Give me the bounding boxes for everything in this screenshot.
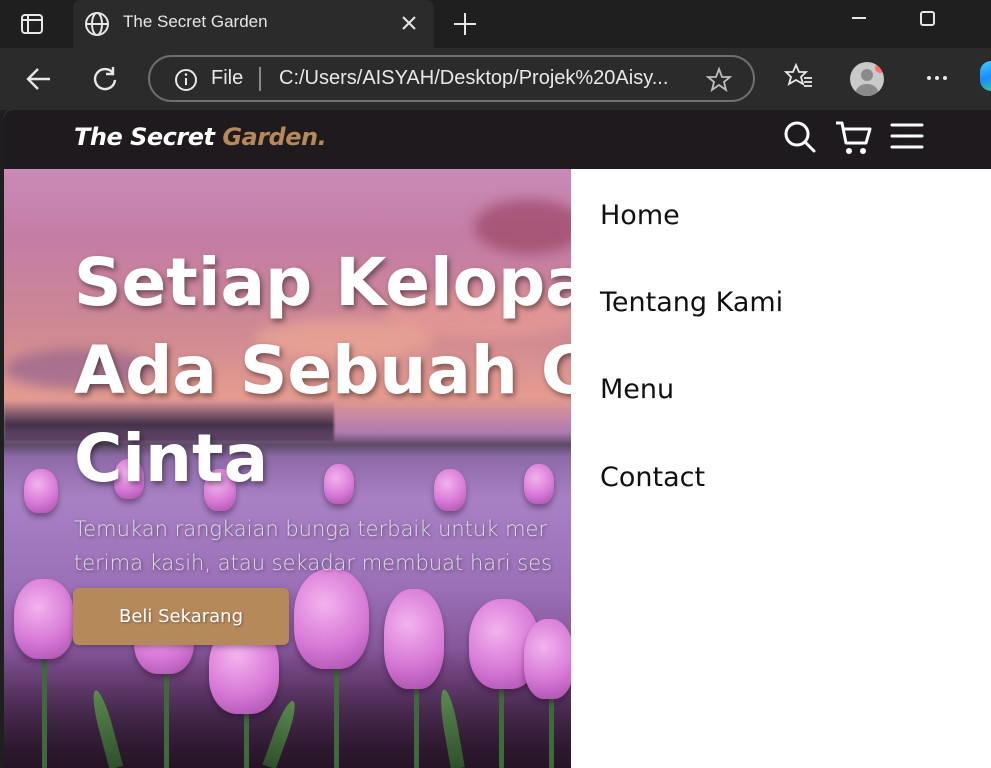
- hero-section: Setiap Kelopak Ada Sebuah C Cinta Temuka…: [4, 169, 571, 768]
- tab-strip: The Secret Garden: [0, 0, 991, 48]
- page-viewport: The Secret Garden. Setiap Kelopa Ada Seb…: [4, 110, 991, 768]
- notification-dot: [875, 63, 884, 73]
- logo-main-text: The Secret: [74, 123, 223, 151]
- info-icon[interactable]: [174, 68, 198, 96]
- search-icon[interactable]: [782, 119, 818, 159]
- menu-icon[interactable]: [890, 121, 924, 155]
- tab-actions-icon[interactable]: [14, 11, 50, 37]
- hero-description-line: terima kasih, atau sekadar membuat hari …: [74, 551, 553, 575]
- plus-icon[interactable]: [452, 11, 478, 41]
- hero-description: Temukan rangkaian bunga terbaik untuk me…: [74, 512, 571, 580]
- tab-title: The Secret Garden: [123, 12, 268, 31]
- close-icon[interactable]: [400, 14, 418, 36]
- maximize-icon[interactable]: [918, 10, 938, 34]
- menu-item-about[interactable]: Tentang Kami: [600, 287, 783, 318]
- buy-now-button[interactable]: Beli Sekarang: [73, 588, 289, 645]
- hero-title-line: Ada Sebuah C: [74, 332, 571, 409]
- hero-description-line: Temukan rangkaian bunga terbaik untuk me…: [74, 517, 548, 541]
- menu-item-contact[interactable]: Contact: [600, 462, 705, 493]
- avatar[interactable]: [850, 62, 884, 96]
- browser-tab[interactable]: The Secret Garden: [73, 0, 434, 48]
- address-separator: [259, 67, 261, 91]
- browser-toolbar: File C:/Users/AISYAH/Desktop/Projek%20Ai…: [0, 48, 991, 110]
- more-icon[interactable]: [925, 66, 949, 94]
- globe-icon: [84, 11, 110, 41]
- favorites-icon[interactable]: [783, 61, 814, 95]
- logo-accent-text: Garden.: [222, 123, 327, 151]
- side-menu: Home Tentang Kami Menu Contact: [571, 169, 991, 768]
- url-text[interactable]: C:/Users/AISYAH/Desktop/Projek%20Aisy...: [279, 67, 689, 90]
- hero-title-line: Setiap Kelopak: [74, 244, 571, 321]
- hero-title-line: Cinta: [74, 420, 269, 497]
- site-logo[interactable]: The Secret Garden.: [74, 123, 327, 151]
- minimize-icon[interactable]: [849, 10, 869, 34]
- cart-icon[interactable]: [834, 119, 874, 161]
- hero-title: Setiap Kelopak Ada Sebuah C Cinta: [74, 239, 571, 503]
- star-icon[interactable]: [705, 66, 733, 97]
- site-navbar: The Secret Garden.: [4, 110, 991, 169]
- edge-logo-icon[interactable]: [980, 61, 991, 91]
- address-bar[interactable]: File C:/Users/AISYAH/Desktop/Projek%20Ai…: [148, 55, 755, 102]
- menu-item-home[interactable]: Home: [600, 200, 680, 231]
- back-arrow-icon[interactable]: [25, 65, 53, 97]
- refresh-icon[interactable]: [91, 65, 119, 97]
- menu-item-menu[interactable]: Menu: [600, 374, 674, 405]
- scheme-label: File: [211, 67, 244, 89]
